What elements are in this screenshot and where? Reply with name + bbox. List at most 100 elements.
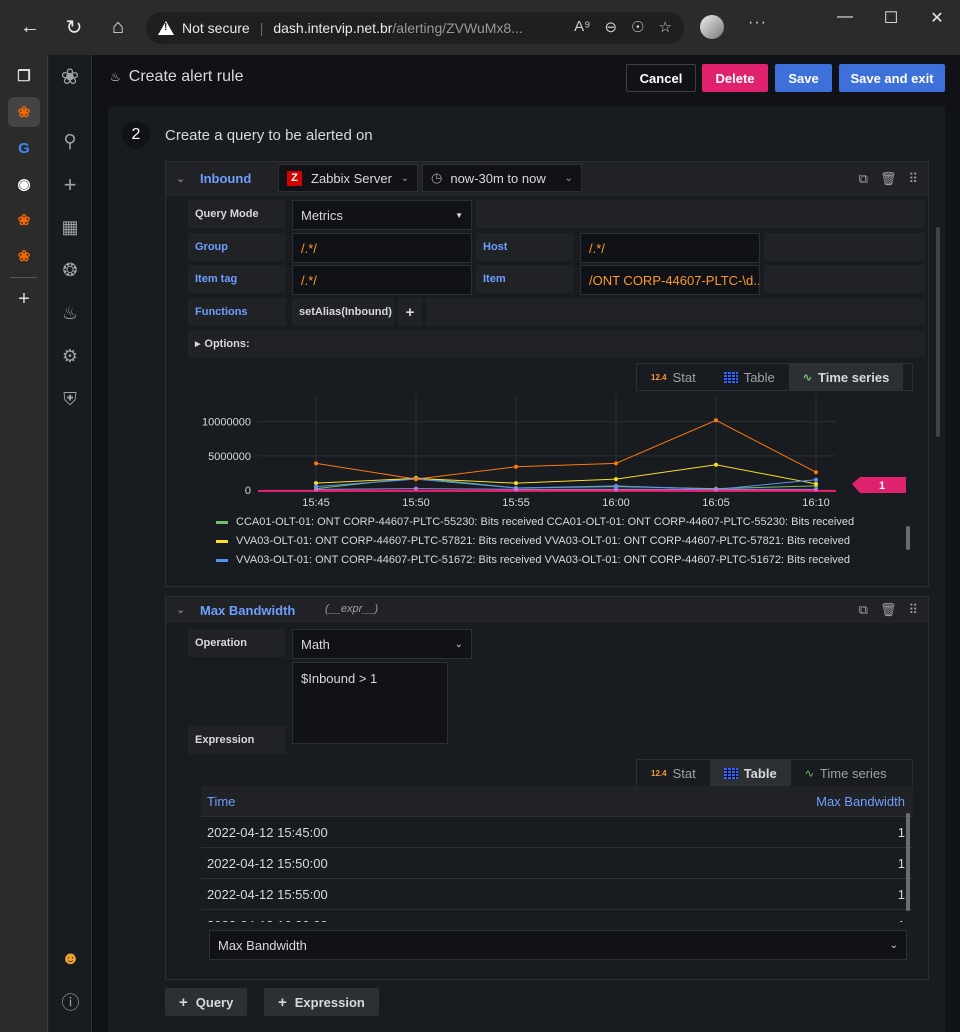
home-icon[interactable]: ⌂: [96, 8, 140, 48]
legend-item[interactable]: VVA03-OLT-01: ONT CORP-44607-PLTC-51672:…: [216, 554, 850, 566]
dashboards-icon[interactable]: ▦: [49, 206, 91, 249]
close-window-icon[interactable]: ✕: [914, 8, 960, 28]
legend-label: CCA01-OLT-01: ONT CORP-44607-PLTC-55230:…: [236, 516, 855, 528]
profile-avatar[interactable]: [700, 15, 724, 39]
search-icon[interactable]: ⚲: [49, 120, 91, 163]
tab-actions-icon[interactable]: ❐: [8, 61, 40, 91]
add-function-button[interactable]: +: [398, 298, 422, 326]
column-header-max-bandwidth[interactable]: Max Bandwidth: [816, 794, 905, 809]
expression-name[interactable]: Max Bandwidth: [200, 603, 295, 618]
group-input[interactable]: /.*/: [292, 233, 472, 263]
tabs-divider: [10, 277, 37, 278]
browser-toolbar: ← ↻ ⌂ Not secure | dash.intervip.net.br …: [0, 0, 960, 55]
refresh-icon[interactable]: ↻: [52, 8, 96, 48]
tab-stat[interactable]: 12.4 Stat: [637, 760, 710, 786]
function-chip[interactable]: setAlias(Inbound): [292, 298, 394, 326]
column-header-time[interactable]: Time: [207, 794, 235, 809]
save-and-exit-button[interactable]: Save and exit: [839, 64, 945, 92]
delete-query-icon[interactable]: 🗑: [880, 171, 897, 187]
configuration-gear-icon[interactable]: ⚙: [49, 335, 91, 378]
grafana-tab-icon[interactable]: ❀: [8, 97, 40, 127]
tab-time-series[interactable]: ∿ Time series: [788, 364, 904, 390]
query-mode-value: Metrics: [301, 207, 343, 223]
legend-item[interactable]: VVA03-OLT-01: ONT CORP-44607-PLTC-57821:…: [216, 535, 850, 547]
help-icon[interactable]: ⓘ: [49, 980, 92, 1023]
alerting-bell-icon[interactable]: ♨: [49, 292, 91, 335]
server-admin-shield-icon[interactable]: ⛨: [49, 378, 91, 421]
duplicate-query-icon[interactable]: ⧉: [859, 602, 868, 618]
query-name[interactable]: Inbound: [200, 171, 251, 186]
zoom-out-icon[interactable]: ⊖: [605, 18, 618, 36]
explore-icon[interactable]: ❂: [49, 249, 91, 292]
item-tag-input[interactable]: /.*/: [292, 265, 472, 295]
time-cell: 2022-04-12 15:55:00: [207, 886, 328, 902]
main-area: ♨ Create alert rule Cancel Delete Save S…: [92, 55, 960, 1032]
page-scrollbar[interactable]: [936, 227, 940, 437]
tab-label: Table: [743, 765, 777, 781]
x-tick-label: 15:45: [302, 497, 330, 509]
operation-select[interactable]: Math ⌄: [292, 629, 472, 659]
item-input[interactable]: /ONT CORP-44607-PLTC-\d...: [580, 265, 760, 295]
collapse-chevron-icon[interactable]: ⌄: [176, 172, 185, 185]
back-icon[interactable]: ←: [8, 8, 52, 48]
save-button[interactable]: Save: [775, 64, 832, 92]
data-point: [714, 462, 718, 467]
legend-swatch: [216, 539, 228, 543]
favorites-add-icon[interactable]: ☆: [659, 18, 672, 36]
duplicate-query-icon[interactable]: ⧉: [859, 171, 868, 187]
item-tag-label: Item tag: [188, 265, 286, 293]
value-cell: 1: [897, 824, 905, 840]
legend-item[interactable]: CCA01-OLT-01: ONT CORP-44607-PLTC-55230:…: [216, 516, 854, 528]
query-step-section: 2 Create a query to be alerted on ⌄ Inbo…: [108, 107, 945, 1032]
expression-textarea[interactable]: $Inbound > 1: [292, 662, 448, 744]
x-tick-label: 16:00: [602, 497, 630, 509]
table-scrollbar[interactable]: [906, 813, 910, 911]
maximize-icon[interactable]: ☐: [868, 8, 914, 28]
github-tab-icon[interactable]: ◉: [8, 169, 40, 199]
collapse-chevron-icon[interactable]: ⌄: [176, 603, 185, 616]
query-mode-select[interactable]: Metrics ▼: [292, 200, 472, 230]
tab-table[interactable]: Table: [710, 364, 789, 390]
user-avatar-icon[interactable]: ☻: [49, 937, 92, 980]
table-header: Time Max Bandwidth: [201, 786, 913, 817]
drag-handle-icon[interactable]: ⠿: [908, 171, 918, 187]
more-icon[interactable]: ···: [748, 14, 767, 32]
step-number: 2: [122, 121, 150, 149]
grafana-tab-icon-3[interactable]: ❀: [8, 241, 40, 271]
data-point: [814, 477, 818, 482]
y-tick-label: 10000000: [202, 417, 251, 429]
address-bar[interactable]: Not secure | dash.intervip.net.br /alert…: [146, 12, 684, 44]
delete-button[interactable]: Delete: [702, 64, 768, 92]
chevron-down-icon: ⌄: [889, 939, 898, 951]
read-aloud-icon[interactable]: A⁹: [574, 18, 590, 36]
functions-label: Functions: [188, 298, 286, 326]
minimize-icon[interactable]: —: [822, 8, 868, 28]
legend-scrollbar[interactable]: [906, 526, 910, 550]
query-editor-inbound: ⌄ Inbound Z Zabbix Server ⌄ ◷ now-30m to…: [165, 161, 929, 587]
time-range-picker[interactable]: ◷ now-30m to now ⌄: [422, 164, 582, 192]
cancel-button[interactable]: Cancel: [626, 64, 696, 92]
visualization-tabs: 12.4 Stat Table ∿ Time series: [636, 363, 913, 391]
tab-table[interactable]: Table: [709, 760, 791, 786]
datasource-picker[interactable]: Z Zabbix Server ⌄: [278, 164, 418, 192]
tab-time-series[interactable]: ∿ Time series: [791, 760, 901, 786]
legend-label: VVA03-OLT-01: ONT CORP-44607-PLTC-51672:…: [236, 554, 851, 566]
google-tab-icon[interactable]: G: [8, 133, 40, 163]
table-row: 2022-04-12 15:55:00 1: [201, 879, 913, 910]
create-icon[interactable]: +: [49, 163, 91, 206]
stat-icon: 12.4: [651, 768, 667, 778]
tab-stat[interactable]: 12.4 Stat: [637, 364, 710, 390]
series-select[interactable]: Max Bandwidth ⌄: [209, 930, 907, 960]
grafana-tab-icon-2[interactable]: ❀: [8, 205, 40, 235]
grafana-logo-icon[interactable]: ❀: [49, 55, 91, 98]
profile-lock-icon[interactable]: ☉: [631, 18, 644, 36]
bell-icon: ♨: [110, 70, 121, 84]
add-query-button[interactable]: + Query: [165, 988, 248, 1016]
host-input[interactable]: /.*/: [580, 233, 760, 263]
add-expression-button[interactable]: + Expression: [264, 988, 379, 1016]
options-toggle[interactable]: ▶ Options:: [188, 330, 925, 358]
drag-handle-icon[interactable]: ⠿: [908, 602, 918, 618]
address-separator: |: [259, 20, 264, 36]
delete-query-icon[interactable]: 🗑: [880, 602, 897, 618]
new-tab-icon[interactable]: +: [8, 284, 40, 314]
